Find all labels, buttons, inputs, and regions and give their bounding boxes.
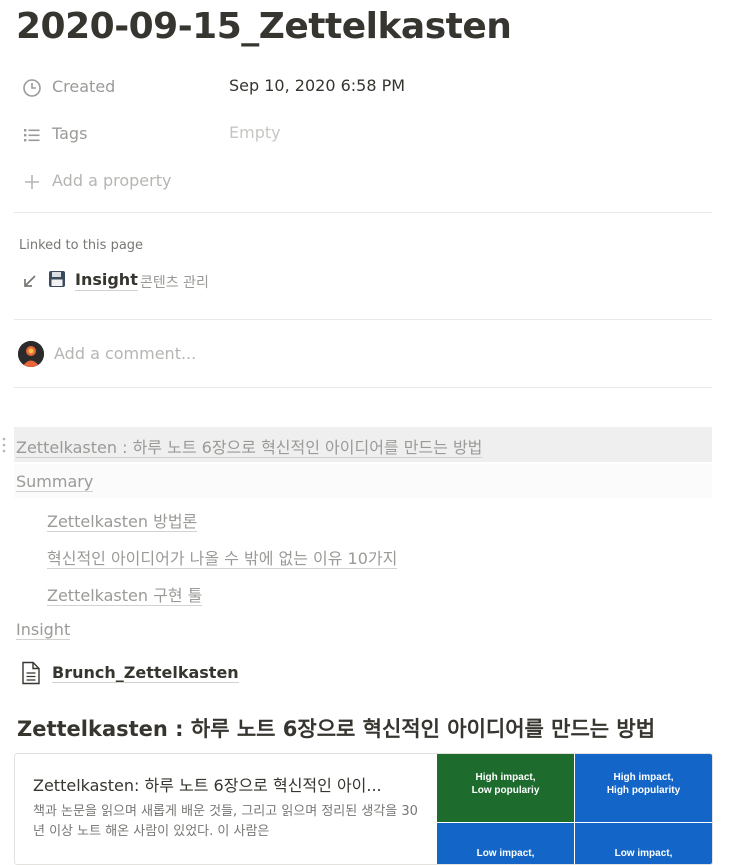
bookmark-thumbnail: High impact, Low populariy High impact, … xyxy=(437,754,712,864)
page-link-title: Brunch_Zettelkasten xyxy=(52,663,239,683)
backlink-insight[interactable]: Insight 콘텐츠 관리 xyxy=(19,268,419,296)
toc-item-label: Zettelkasten : 하루 노트 6장으로 혁신적인 아이디어를 만드는… xyxy=(16,438,483,458)
divider xyxy=(14,212,712,213)
toc-item-label: 혁신적인 아이디어가 나올 수 밖에 없는 이유 10가지 xyxy=(47,549,398,569)
toc-item-label: Zettelkasten 방법론 xyxy=(47,512,198,532)
thumbnail-quadrant: Low impact, xyxy=(575,823,712,864)
property-tags-value[interactable]: Empty xyxy=(229,123,281,142)
notion-page: 2020-09-15_Zettelkasten Created Sep 10, … xyxy=(0,0,745,865)
bookmark-description: 책과 논문을 읽으며 새롭게 배운 것들, 그리고 읽으며 정리된 생각을 30… xyxy=(33,804,418,839)
toc-item[interactable]: Summary xyxy=(16,472,94,492)
toc-item-label: Insight xyxy=(16,620,71,640)
section-heading: Zettelkasten : 하루 노트 6장으로 혁신적인 아이디어를 만드는… xyxy=(17,717,656,741)
thumbnail-quadrant-label: High impact, High popularity xyxy=(606,772,681,796)
thumbnail-quadrant: High impact, Low populariy xyxy=(437,754,574,822)
list-icon xyxy=(24,129,40,142)
add-property-label: Add a property xyxy=(52,171,172,190)
property-created-label: Created xyxy=(52,77,116,96)
document-icon xyxy=(22,661,40,685)
toc-item[interactable]: 혁신적인 아이디어가 나올 수 밖에 없는 이유 10가지 xyxy=(47,545,398,569)
toc-item[interactable]: Insight xyxy=(16,620,71,640)
divider xyxy=(14,319,712,320)
floppy-disk-icon xyxy=(48,270,66,293)
drag-handle-icon[interactable] xyxy=(1,436,9,456)
property-created[interactable]: Created Sep 10, 2020 6:58 PM xyxy=(16,70,716,104)
thumbnail-quadrant-label: High impact, Low populariy xyxy=(471,772,540,796)
backlink-subtitle: 콘텐츠 관리 xyxy=(140,275,209,291)
thumbnail-quadrant: High impact, High popularity xyxy=(575,754,712,822)
clock-icon xyxy=(23,79,41,97)
arrow-down-left-icon xyxy=(24,275,36,287)
backlinks-header[interactable]: Linked to this page xyxy=(19,238,143,253)
property-created-value: Sep 10, 2020 6:58 PM xyxy=(229,76,406,95)
plus-icon xyxy=(25,175,39,189)
toc-item[interactable]: Zettelkasten 구현 툴 xyxy=(47,582,203,606)
page-title[interactable]: 2020-09-15_Zettelkasten xyxy=(16,6,512,47)
bookmark-card[interactable]: Zettelkasten: 하루 노트 6장으로 혁신적인 아이... 책과 논… xyxy=(14,753,713,865)
thumbnail-quadrant-label: Low impact, xyxy=(476,848,535,859)
thumbnail-quadrant-label: Low impact, xyxy=(614,848,673,859)
toc-item[interactable]: Zettelkasten : 하루 노트 6장으로 혁신적인 아이디어를 만드는… xyxy=(16,434,483,458)
toc-item-label: Summary xyxy=(16,472,94,492)
backlink-title[interactable]: Insight xyxy=(75,270,138,291)
toc-item[interactable]: Zettelkasten 방법론 xyxy=(47,508,198,532)
add-property-button[interactable]: Add a property xyxy=(16,164,716,198)
property-tags-label: Tags xyxy=(52,124,88,143)
toc-item-label: Zettelkasten 구현 툴 xyxy=(47,586,203,606)
comment-input[interactable] xyxy=(54,344,554,363)
toc-row-bg xyxy=(14,464,712,498)
bookmark-title: Zettelkasten: 하루 노트 6장으로 혁신적인 아이... xyxy=(33,776,382,795)
property-tags[interactable]: Tags Empty xyxy=(16,117,716,151)
avatar xyxy=(18,341,44,367)
thumbnail-quadrant: Low impact, xyxy=(437,823,574,864)
divider xyxy=(14,387,712,388)
page-link[interactable]: Brunch_Zettelkasten xyxy=(20,660,420,688)
comment-bar xyxy=(18,341,618,369)
